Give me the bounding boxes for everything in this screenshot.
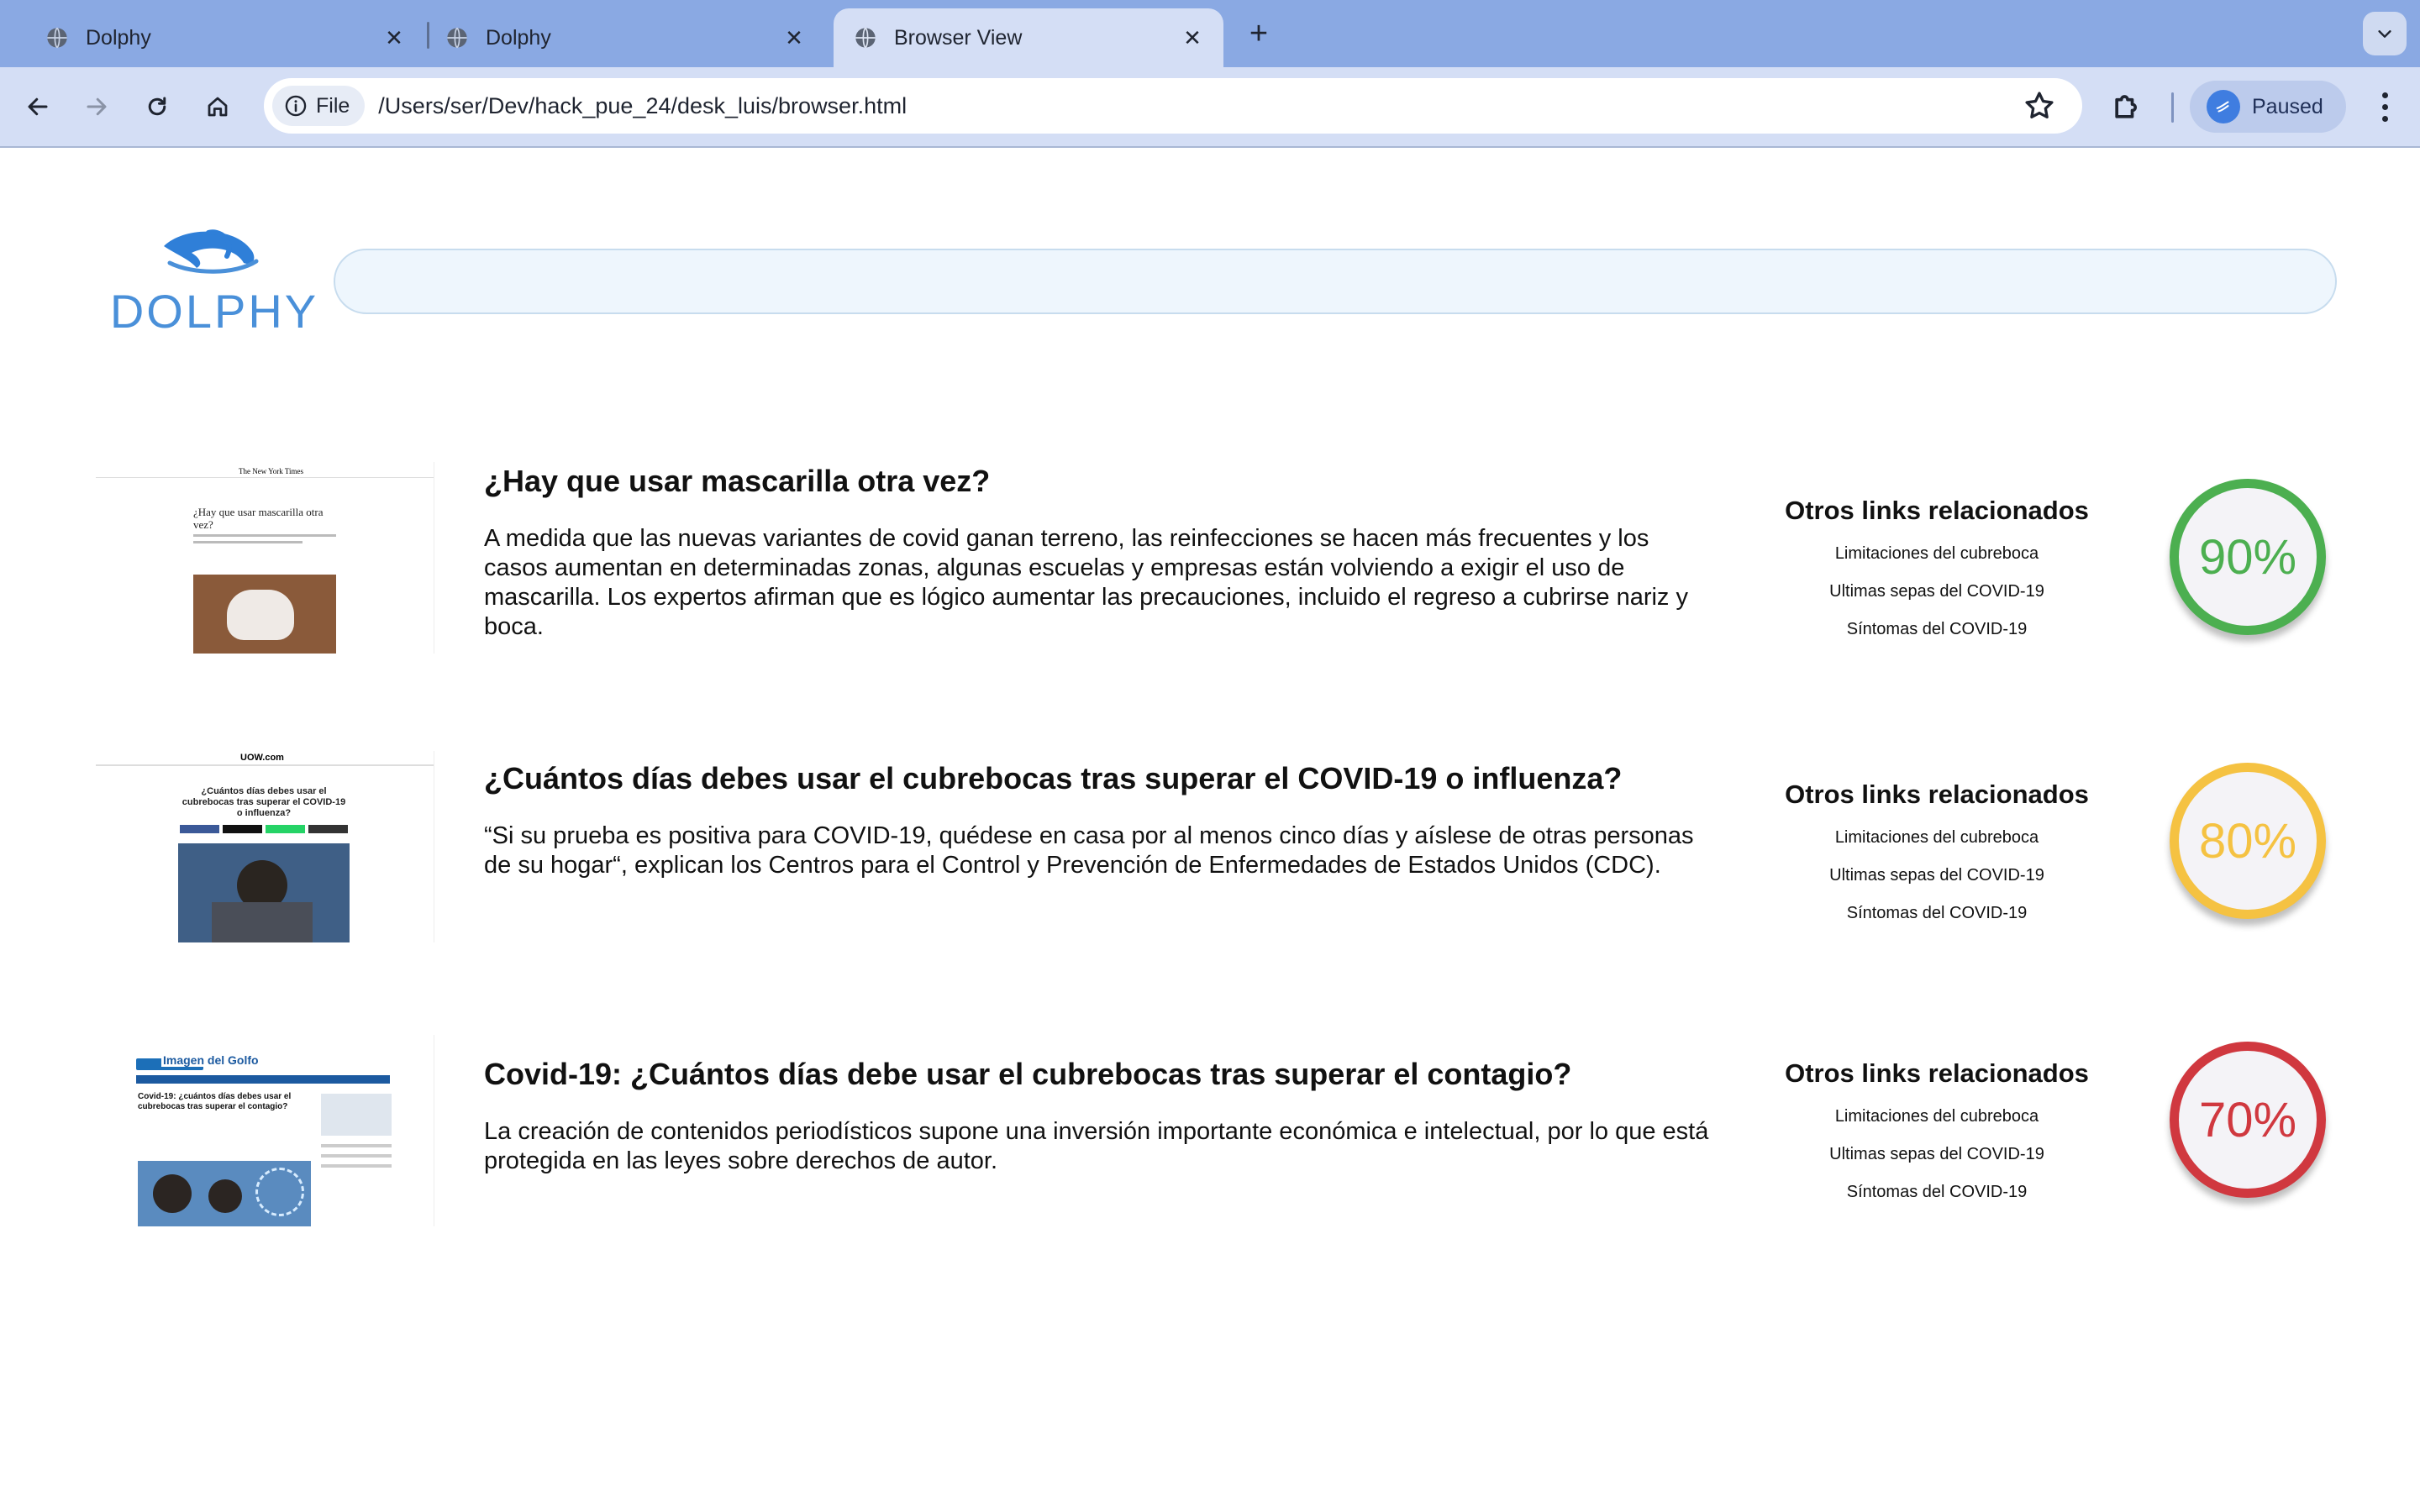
tab-browser-view[interactable]: Browser View ✕ <box>834 8 1223 67</box>
result-description: A medida que las nuevas variantes de cov… <box>484 525 1688 640</box>
thumbnail-side-line <box>321 1164 392 1168</box>
thumbnail-masthead: UOW.com <box>240 753 284 763</box>
person-shape <box>208 1179 242 1213</box>
avatar <box>2207 90 2240 123</box>
profile-paused-icon <box>2216 101 2229 113</box>
share-email <box>308 825 348 833</box>
related-link[interactable]: Ultimas sepas del COVID-19 <box>1765 866 2109 885</box>
thumbnail-text-line <box>193 534 336 537</box>
home-button[interactable] <box>198 87 237 126</box>
forward-button[interactable] <box>77 87 116 126</box>
mask-shape <box>227 590 294 640</box>
globe-icon <box>447 27 467 49</box>
url-text[interactable]: /Users/ser/Dev/hack_pue_24/desk_luis/bro… <box>378 93 2022 119</box>
tab-title: Dolphy <box>86 25 151 50</box>
thumbnail-headline: ¿Hay que usar mascarilla otra vez? <box>193 506 324 531</box>
thumbnail-masthead: The New York Times <box>239 467 304 475</box>
site-info-chip[interactable]: File <box>272 86 366 126</box>
related-heading: Otros links relacionados <box>1785 496 2089 525</box>
relevance-score: 70% <box>2170 1042 2326 1198</box>
virus-graphic <box>255 1168 304 1216</box>
tab-title: Browser View <box>894 25 1023 50</box>
tab-dolphy-1[interactable]: Dolphy ✕ <box>25 8 425 67</box>
close-icon[interactable]: ✕ <box>1180 25 1205 51</box>
result-thumbnail[interactable]: UOW.com ¿Cuántos días debes usar el cubr… <box>96 751 434 942</box>
arrow-left-icon <box>28 97 48 116</box>
globe-icon <box>855 27 876 49</box>
related-heading: Otros links relacionados <box>1785 1058 2089 1088</box>
thumbnail-share-bar <box>180 825 348 833</box>
thumbnail-side-line <box>321 1144 392 1147</box>
menu-dot <box>2381 92 2388 98</box>
related-link[interactable]: Síntomas del COVID-19 <box>1765 1183 2109 1202</box>
thumbnail-masthead: Imagen del Golfo <box>161 1053 260 1067</box>
person-shape <box>153 1174 192 1213</box>
profile-button[interactable]: Paused <box>2190 81 2346 133</box>
info-icon <box>285 95 307 117</box>
new-tab-button[interactable]: + <box>1242 18 1276 50</box>
close-icon[interactable]: ✕ <box>781 25 807 51</box>
bookmark-star-icon[interactable] <box>2022 88 2057 123</box>
share-whatsapp <box>266 825 305 833</box>
logo-wordmark: DOLPHY <box>109 285 319 338</box>
related-links: Otros links relacionados Limitaciones de… <box>1765 780 2109 942</box>
relevance-score: 90% <box>2170 479 2326 635</box>
back-button[interactable] <box>18 87 57 126</box>
search-input[interactable] <box>334 249 2337 314</box>
related-link[interactable]: Síntomas del COVID-19 <box>1765 620 2109 639</box>
thumbnail-menu-bar <box>136 1075 390 1084</box>
related-link[interactable]: Ultimas sepas del COVID-19 <box>1765 582 2109 601</box>
result-title[interactable]: ¿Hay que usar mascarilla otra vez? <box>484 464 990 499</box>
browser-menu-button[interactable] <box>2368 87 2402 126</box>
globe-icon <box>47 27 67 49</box>
result-description: La creación de contenidos periodísticos … <box>484 1118 1709 1174</box>
chevron-down-icon <box>2378 30 2391 38</box>
related-link[interactable]: Síntomas del COVID-19 <box>1765 904 2109 923</box>
thumbnail-side-photo <box>321 1094 392 1136</box>
result-thumbnail[interactable]: The New York Times ¿Hay que usar mascari… <box>96 462 434 654</box>
tab-title: Dolphy <box>486 25 551 50</box>
thumbnail-photo <box>178 843 350 942</box>
toolbar-divider <box>2171 92 2174 123</box>
related-link[interactable]: Limitaciones del cubreboca <box>1765 544 2109 564</box>
puzzle-icon <box>2115 95 2137 118</box>
menu-dot <box>2381 103 2388 110</box>
thumbnail-side-line <box>321 1154 392 1158</box>
extensions-button[interactable] <box>2109 87 2146 129</box>
related-links: Otros links relacionados Limitaciones de… <box>1765 496 2109 658</box>
share-facebook <box>180 825 219 833</box>
person-body-shape <box>212 902 313 942</box>
browser-toolbar: File /Users/ser/Dev/hack_pue_24/desk_lui… <box>0 67 2420 148</box>
profile-label: Paused <box>2252 94 2323 118</box>
tab-strip: Dolphy ✕ Dolphy ✕ Browser View ✕ + <box>0 0 2420 67</box>
thumbnail-headline: Covid-19: ¿cuántos días debes usar el cu… <box>138 1092 292 1111</box>
relevance-score: 80% <box>2170 763 2326 919</box>
thumbnail-photo <box>193 575 336 654</box>
arrow-right-icon <box>87 97 107 116</box>
related-link[interactable]: Ultimas sepas del COVID-19 <box>1765 1145 2109 1164</box>
reload-button[interactable] <box>138 87 176 126</box>
tab-search-button[interactable] <box>2363 12 2407 55</box>
result-description: “Si su prueba es positiva para COVID-19,… <box>484 822 1694 879</box>
share-x <box>223 825 262 833</box>
thumbnail-photo <box>138 1161 311 1226</box>
home-icon <box>208 97 228 117</box>
result-title[interactable]: ¿Cuántos días debes usar el cubrebocas t… <box>484 761 1622 796</box>
related-link[interactable]: Limitaciones del cubreboca <box>1765 828 2109 848</box>
reload-icon <box>148 97 166 116</box>
menu-dot <box>2381 115 2388 122</box>
site-info-label: File <box>316 93 350 118</box>
result-thumbnail[interactable]: Imagen del Golfo Covid-19: ¿cuántos días… <box>96 1035 434 1226</box>
address-bar[interactable]: File /Users/ser/Dev/hack_pue_24/desk_lui… <box>264 78 2082 134</box>
close-icon[interactable]: ✕ <box>381 25 407 51</box>
related-heading: Otros links relacionados <box>1785 780 2089 809</box>
tab-dolphy-2[interactable]: Dolphy ✕ <box>425 8 825 67</box>
thumbnail-text-line <box>193 541 302 543</box>
related-links: Otros links relacionados Limitaciones de… <box>1765 1058 2109 1221</box>
result-title[interactable]: Covid-19: ¿Cuántos días debe usar el cub… <box>484 1057 1571 1092</box>
thumbnail-headline: ¿Cuántos días debes usar el cubrebocas t… <box>182 786 346 818</box>
related-link[interactable]: Limitaciones del cubreboca <box>1765 1107 2109 1126</box>
